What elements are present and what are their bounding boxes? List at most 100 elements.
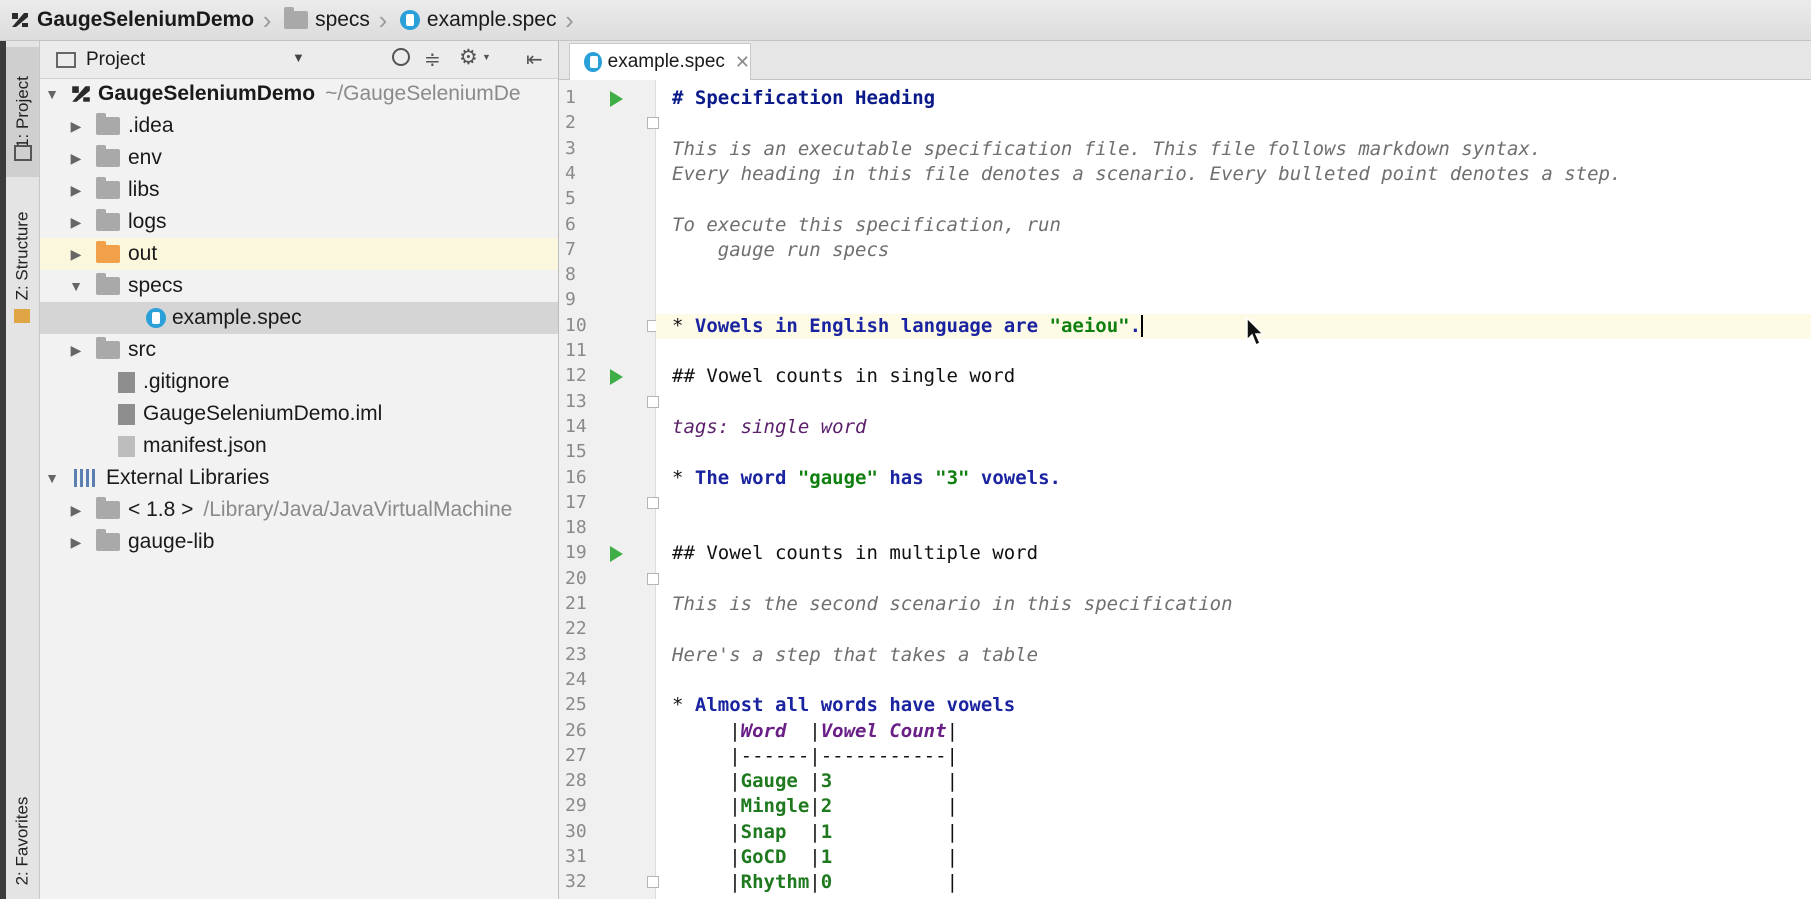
- chevron-down-icon[interactable]: ▼: [482, 52, 491, 62]
- code-line[interactable]: ## Vowel counts in multiple word: [656, 541, 1811, 566]
- code-token: To execute this specification, run: [672, 213, 1061, 236]
- gutter-line: 28: [559, 769, 655, 794]
- code-token: ## Vowel counts in single word: [672, 365, 1016, 388]
- code-line[interactable]: [656, 288, 1811, 313]
- code-line[interactable]: [656, 491, 1811, 516]
- code-line[interactable]: |GoCD |1 |: [656, 845, 1811, 870]
- tree-item-label: gauge-lib: [128, 530, 215, 553]
- expanded-arrow-icon[interactable]: ▼: [44, 470, 60, 486]
- tree-item-file-selected[interactable]: example.spec: [40, 302, 558, 334]
- tree-item-external-libraries[interactable]: ▼ External Libraries: [40, 462, 558, 494]
- code-line[interactable]: [656, 263, 1811, 288]
- chevron-down-icon[interactable]: ▼: [292, 50, 305, 65]
- code-line[interactable]: [656, 440, 1811, 465]
- tree-item-folder[interactable]: ▼ specs: [40, 270, 558, 302]
- code-token: gauge run specs: [672, 238, 890, 261]
- code-line[interactable]: tags: single word: [656, 415, 1811, 440]
- gutter-line: 17: [559, 491, 659, 516]
- code-line[interactable]: |Rhythm|0 |: [656, 870, 1811, 895]
- collapse-all-icon[interactable]: ≑: [424, 47, 441, 72]
- code-line[interactable]: This is the second scenario in this spec…: [656, 592, 1811, 617]
- code-token: has: [877, 466, 936, 489]
- collapsed-arrow-icon[interactable]: ▶: [68, 150, 84, 167]
- line-number: 5: [565, 188, 576, 210]
- project-module-icon: [10, 11, 30, 29]
- code-line[interactable]: [656, 516, 1811, 541]
- code-line[interactable]: |Gauge |3 |: [656, 769, 1811, 794]
- project-view-selector[interactable]: Project: [86, 49, 145, 71]
- expanded-arrow-icon[interactable]: ▼: [68, 278, 84, 294]
- tree-item-jdk[interactable]: ▶ < 1.8 > /Library/Java/JavaVirtualMachi…: [40, 494, 558, 526]
- tree-item-folder[interactable]: ▶ env: [40, 142, 558, 174]
- collapsed-arrow-icon[interactable]: ▶: [68, 182, 84, 199]
- code-line[interactable]: [656, 617, 1811, 642]
- code-line[interactable]: # Specification Heading: [656, 86, 1811, 111]
- breadcrumb-project[interactable]: GaugeSeleniumDemo: [0, 0, 260, 40]
- code-line[interactable]: |Snap |1 |: [656, 820, 1811, 845]
- code-line[interactable]: * Vowels in English language are "aeiou"…: [656, 313, 1811, 339]
- collapsed-arrow-icon[interactable]: ▶: [68, 502, 84, 519]
- tree-item-folder[interactable]: ▶ src: [40, 334, 558, 366]
- code-editor[interactable]: # Specification Heading This is an execut…: [656, 80, 1811, 899]
- tree-item-label: env: [128, 146, 162, 169]
- code-line[interactable]: |Word |Vowel Count|: [656, 719, 1811, 744]
- tree-item-file[interactable]: GaugeSeleniumDemo.iml: [40, 398, 558, 430]
- breadcrumb-specs[interactable]: specs: [274, 0, 376, 40]
- code-line[interactable]: |------|-----------|: [656, 744, 1811, 769]
- line-number: 15: [565, 441, 587, 463]
- tree-item-folder[interactable]: ▶ libs: [40, 174, 558, 206]
- collapsed-arrow-icon[interactable]: ▶: [68, 214, 84, 231]
- locate-icon[interactable]: [392, 48, 410, 66]
- code-line[interactable]: ## Vowel counts in single word: [656, 364, 1811, 389]
- tree-item-library[interactable]: ▶ gauge-lib: [40, 526, 558, 558]
- code-line[interactable]: |Mingle|2 |: [656, 794, 1811, 819]
- code-line[interactable]: [656, 567, 1811, 592]
- code-token: Here's a step that takes a table: [672, 643, 1039, 666]
- project-panel: Project ▼ ≑ ⚙ ▼ ⇤ ▼ GaugeSeleniumDemo ~/…: [40, 41, 559, 899]
- tree-item-folder[interactable]: ▶ .idea: [40, 110, 558, 142]
- code-token: |: [809, 820, 821, 843]
- code-line[interactable]: [656, 111, 1811, 136]
- collapsed-arrow-icon[interactable]: ▶: [68, 246, 84, 263]
- code-line[interactable]: Every heading in this file denotes a sce…: [656, 162, 1811, 187]
- code-line[interactable]: [656, 668, 1811, 693]
- run-scenario-icon[interactable]: [610, 91, 623, 107]
- breadcrumb-file[interactable]: example.spec: [390, 0, 563, 40]
- code-line[interactable]: [656, 390, 1811, 415]
- collapsed-arrow-icon[interactable]: ▶: [68, 534, 84, 551]
- code-line-text: This is an executable specification file…: [672, 137, 1541, 162]
- run-scenario-icon[interactable]: [610, 546, 623, 563]
- expanded-arrow-icon[interactable]: ▼: [44, 86, 60, 102]
- tab-favorites[interactable]: 2: Favorites: [6, 786, 39, 896]
- gear-icon[interactable]: ⚙: [459, 45, 478, 70]
- code-line[interactable]: * The word "gauge" has "3" vowels.: [656, 466, 1811, 491]
- tree-item-file[interactable]: .gitignore: [40, 366, 558, 398]
- collapsed-arrow-icon[interactable]: ▶: [68, 342, 84, 359]
- code-token: vowels.: [969, 466, 1061, 489]
- code-line[interactable]: [656, 187, 1811, 212]
- code-line[interactable]: * Almost all words have vowels: [656, 693, 1811, 718]
- code-line[interactable]: To execute this specification, run: [656, 213, 1811, 238]
- code-line[interactable]: Here's a step that takes a table: [656, 643, 1811, 668]
- tree-item-root-module[interactable]: ▼ GaugeSeleniumDemo ~/GaugeSeleniumDe: [40, 78, 558, 110]
- gutter-line: 6: [559, 213, 655, 238]
- code-line[interactable]: gauge run specs: [656, 238, 1811, 263]
- code-line[interactable]: This is an executable specification file…: [656, 137, 1811, 162]
- line-number: 29: [565, 795, 587, 817]
- tab-structure[interactable]: Z: Structure: [6, 191, 39, 321]
- tree-item-folder-excluded[interactable]: ▶ out: [40, 238, 558, 270]
- gutter-line: 29: [559, 794, 655, 819]
- code-line[interactable]: [656, 339, 1811, 364]
- gutter-line: 9: [559, 288, 655, 313]
- text-file-icon: [118, 371, 135, 393]
- code-token: |: [672, 770, 741, 793]
- collapsed-arrow-icon[interactable]: ▶: [68, 118, 84, 135]
- code-token: |: [946, 871, 959, 894]
- tree-item-folder[interactable]: ▶ logs: [40, 206, 558, 238]
- run-scenario-icon[interactable]: [610, 369, 623, 386]
- tree-item-file[interactable]: manifest.json: [40, 430, 558, 462]
- tab-example-spec[interactable]: example.spec ✕: [569, 43, 751, 80]
- hide-panel-icon[interactable]: ⇤: [526, 47, 543, 72]
- close-icon[interactable]: ✕: [735, 52, 750, 73]
- gutter-line: 10: [559, 314, 659, 339]
